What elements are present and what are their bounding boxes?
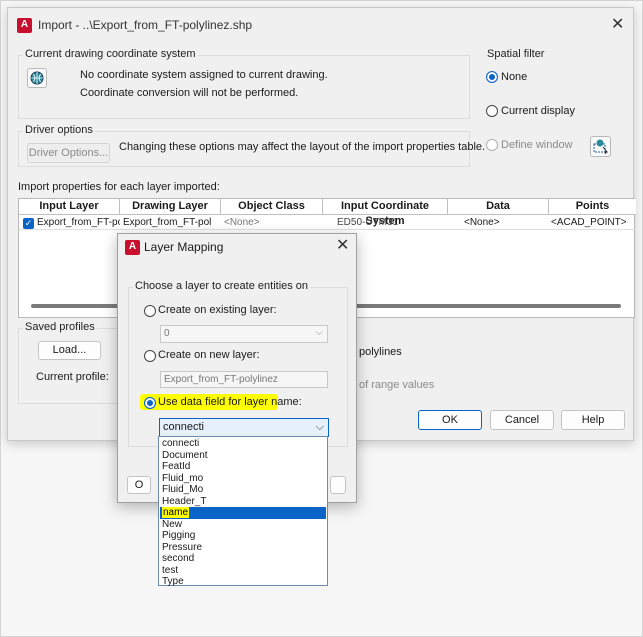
radio-new-layer[interactable] xyxy=(144,350,156,362)
list-item[interactable]: Pigging xyxy=(160,530,326,542)
current-profile-label: Current profile: xyxy=(36,371,109,383)
list-item[interactable]: Pressure xyxy=(160,542,326,554)
driver-options-label: Driver options xyxy=(23,124,95,136)
list-item[interactable]: connecti xyxy=(160,438,326,450)
chevron-down-icon: ⌵ xyxy=(315,421,324,433)
list-item-selected[interactable]: name xyxy=(160,507,326,519)
layer-mapping-ok-button[interactable]: O xyxy=(127,476,151,494)
chevron-down-icon: ⌵ xyxy=(315,327,323,338)
radio-data-field[interactable] xyxy=(144,397,156,409)
close-icon[interactable]: ✕ xyxy=(611,17,624,33)
list-item[interactable]: second xyxy=(160,553,326,565)
coord-system-button[interactable] xyxy=(27,68,47,88)
col-header-drawing-layer[interactable]: Drawing Layer xyxy=(120,199,221,215)
col-header-object-class[interactable]: Object Class xyxy=(221,199,323,215)
data-field-dropdown[interactable]: connecti Document FeatId Fluid_mo Fluid_… xyxy=(158,436,328,588)
autocad-app-icon: A xyxy=(125,240,140,255)
selected-item-label: name xyxy=(162,507,190,518)
radio-none[interactable] xyxy=(486,71,498,83)
list-item[interactable]: New xyxy=(160,519,326,531)
autocad-app-icon: A xyxy=(17,18,32,33)
data-field-combo[interactable]: connecti ⌵ xyxy=(159,418,329,437)
radio-none-label: None xyxy=(501,71,528,83)
list-item[interactable]: Fluid_Mo xyxy=(160,484,326,496)
radio-existing-layer-label: Create on existing layer: xyxy=(158,304,277,316)
close-icon[interactable]: ✕ xyxy=(336,238,349,254)
list-item[interactable]: FeatId xyxy=(160,461,326,473)
list-item[interactable]: Type xyxy=(160,576,326,588)
col-header-input-coord[interactable]: Input Coordinate System xyxy=(323,199,448,227)
radio-define-window xyxy=(486,139,498,151)
help-button[interactable]: Help xyxy=(561,410,625,430)
cell-input-coord[interactable]: ED50-UTM31 xyxy=(337,216,447,230)
table-caption: Import properties for each layer importe… xyxy=(18,181,220,193)
layer-mapping-cancel-button[interactable] xyxy=(330,476,346,494)
coord-line-2: Coordinate conversion will not be perfor… xyxy=(80,87,299,99)
pick-window-icon xyxy=(593,139,609,155)
ok-button[interactable]: OK xyxy=(418,410,482,430)
range-values-text: of range values xyxy=(359,379,435,391)
layer-mapping-title: Layer Mapping xyxy=(144,240,224,254)
new-layer-field: Export_from_FT-polylinez xyxy=(160,371,328,388)
cell-object-class[interactable]: <None> xyxy=(224,216,322,230)
choose-layer-label: Choose a layer to create entities on xyxy=(133,280,311,292)
data-field-value: connecti xyxy=(163,421,204,433)
radio-current-display-label: Current display xyxy=(501,105,575,117)
col-header-data[interactable]: Data xyxy=(448,199,549,215)
coord-line-1: No coordinate system assigned to current… xyxy=(80,69,328,81)
list-item[interactable]: test xyxy=(160,565,326,577)
cell-data[interactable]: <None> xyxy=(464,216,548,230)
spatial-filter-label: Spatial filter xyxy=(485,48,547,60)
cell-drawing-layer[interactable]: Export_from_FT-pol xyxy=(123,216,221,230)
new-layer-value: Export_from_FT-polylinez xyxy=(164,374,278,385)
col-header-points[interactable]: Points xyxy=(549,199,636,215)
row-checkbox[interactable]: ✓ xyxy=(23,218,34,229)
cell-input-layer: Export_from_FT-pol xyxy=(37,217,120,228)
load-profile-button[interactable]: Load... xyxy=(38,341,101,360)
import-titlebar: A Import - ..\Export_from_FT-polylinez.s… xyxy=(8,8,633,42)
col-header-input-layer[interactable]: Input Layer xyxy=(19,199,120,215)
globe-icon xyxy=(30,71,44,85)
radio-current-display[interactable] xyxy=(486,105,498,117)
radio-data-field-label: Use data field for layer name: xyxy=(158,396,302,408)
list-item[interactable]: Document xyxy=(160,450,326,462)
radio-existing-layer[interactable] xyxy=(144,305,156,317)
existing-layer-value: 0 xyxy=(164,328,170,339)
driver-options-button: Driver Options... xyxy=(27,143,110,163)
list-item[interactable]: Header_T xyxy=(160,496,326,508)
driver-options-note: Changing these options may affect the la… xyxy=(119,141,486,153)
coord-system-label: Current drawing coordinate system xyxy=(23,48,198,60)
cancel-button[interactable]: Cancel xyxy=(490,410,554,430)
polylines-text: polylines xyxy=(359,346,402,358)
radio-define-window-label: Define window xyxy=(501,139,573,151)
existing-layer-combo: 0 ⌵ xyxy=(160,325,328,343)
import-title: Import - ..\Export_from_FT-polylinez.shp xyxy=(38,18,253,32)
radio-new-layer-label: Create on new layer: xyxy=(158,349,260,361)
cell-points[interactable]: <ACAD_POINT> xyxy=(551,216,635,230)
saved-profiles-label: Saved profiles xyxy=(23,321,97,333)
define-window-button[interactable] xyxy=(590,136,611,157)
list-item[interactable]: Fluid_mo xyxy=(160,473,326,485)
